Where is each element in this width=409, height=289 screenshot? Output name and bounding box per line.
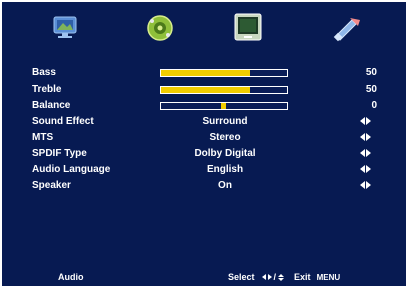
setting-row-sound-effect[interactable]: Sound Effect Surround — [32, 115, 377, 129]
balance-slider-marker — [221, 103, 227, 109]
exit-label: Exit — [294, 272, 311, 282]
setting-label: Sound Effect — [32, 116, 94, 127]
up-down-arrows-icon — [278, 273, 285, 281]
setting-row-treble[interactable]: Treble 50 — [32, 83, 377, 97]
select-label: Select — [228, 272, 255, 282]
menu-title: Audio — [58, 272, 84, 282]
spdif-type-value: Dolby Digital — [194, 148, 256, 159]
setting-label: Speaker — [32, 180, 71, 191]
setting-row-mts[interactable]: MTS Stereo — [32, 131, 377, 145]
left-arrow-icon — [261, 274, 266, 280]
left-right-arrows-icon[interactable] — [360, 117, 371, 126]
slash-separator: / — [273, 272, 277, 282]
setup-icon[interactable] — [326, 10, 366, 46]
setting-row-audio-language[interactable]: Audio Language English — [32, 163, 377, 177]
setting-row-balance[interactable]: Balance 0 — [32, 99, 377, 113]
left-right-arrows-icon[interactable] — [360, 181, 371, 190]
osd-menu: Bass 50 Treble 50 Balance 0 Sound Effect… — [2, 2, 406, 286]
setting-label: MTS — [32, 132, 54, 143]
setting-label: Bass — [32, 67, 56, 78]
treble-slider-fill — [161, 87, 251, 93]
navigation-hint: Select / Exit MENU — [228, 272, 340, 282]
left-right-arrows-icon[interactable] — [360, 133, 371, 142]
setting-label: Balance — [32, 100, 71, 111]
mts-value: Stereo — [209, 132, 241, 143]
left-right-arrows-icon[interactable] — [360, 149, 371, 158]
treble-slider[interactable] — [160, 86, 288, 94]
setting-label: Audio Language — [32, 164, 111, 175]
bass-value: 50 — [365, 67, 377, 78]
audio-icon[interactable] — [140, 10, 180, 46]
bass-slider-fill — [161, 70, 251, 76]
sound-effect-value: Surround — [202, 116, 248, 127]
speaker-value: On — [218, 180, 232, 191]
treble-value: 50 — [365, 84, 377, 95]
bass-slider[interactable] — [160, 69, 288, 77]
setting-row-speaker[interactable]: Speaker On — [32, 179, 377, 193]
timer-icon[interactable] — [228, 10, 268, 46]
audio-language-value: English — [206, 164, 244, 175]
balance-slider[interactable] — [160, 102, 288, 110]
menu-key-label: MENU — [316, 272, 341, 282]
setting-row-spdif-type[interactable]: SPDIF Type Dolby Digital — [32, 147, 377, 161]
setting-label: SPDIF Type — [32, 148, 87, 159]
left-right-arrows-icon[interactable] — [360, 165, 371, 174]
picture-icon[interactable] — [45, 10, 85, 46]
balance-value: 0 — [371, 100, 377, 111]
setting-row-bass[interactable]: Bass 50 — [32, 66, 377, 80]
setting-label: Treble — [32, 84, 62, 95]
right-arrow-icon — [267, 274, 272, 280]
